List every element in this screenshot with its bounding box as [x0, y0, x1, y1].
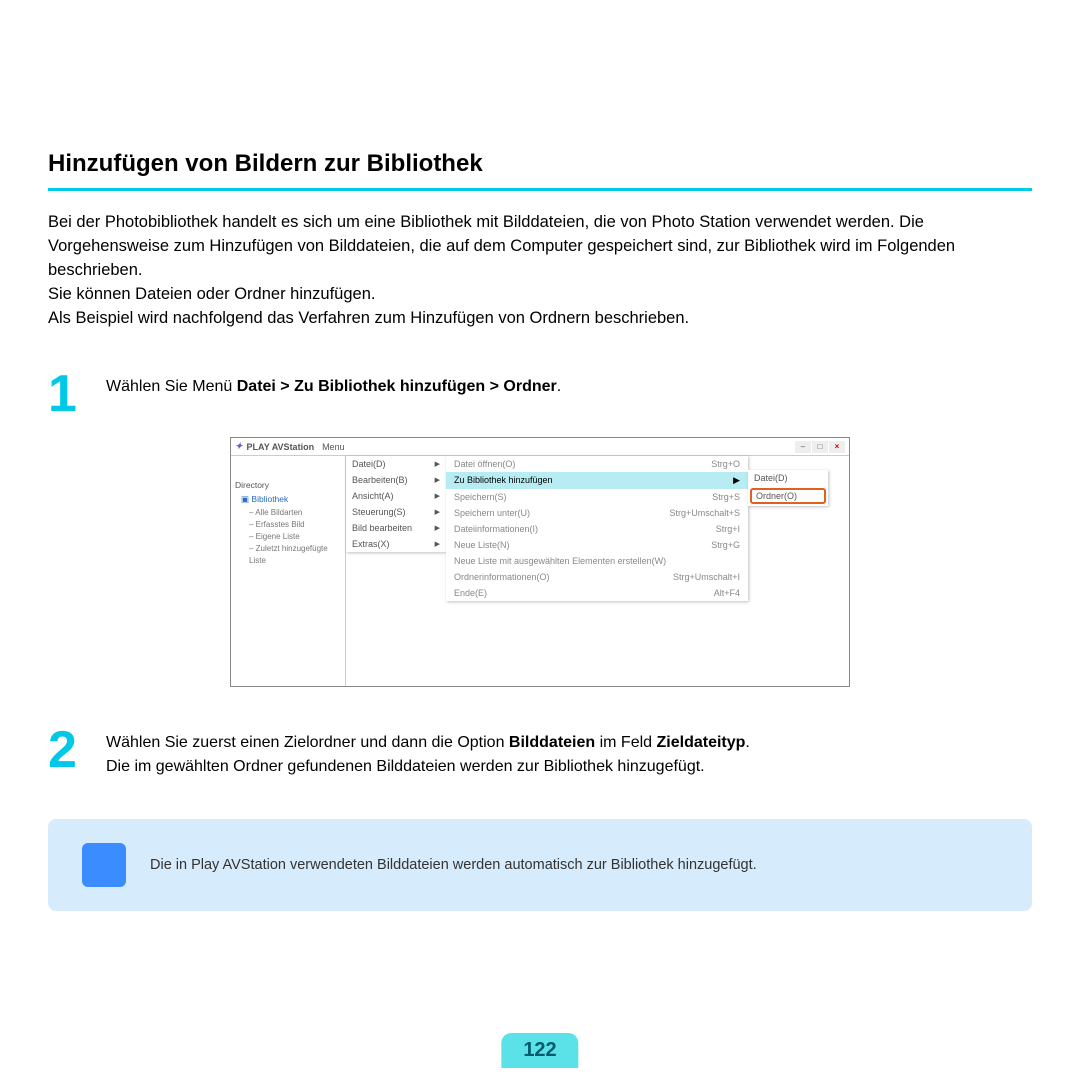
- menu-label: Menu: [322, 442, 345, 452]
- t: Die im gewählten Ordner gefundenen Bildd…: [106, 758, 705, 775]
- step-body: Wählen Sie zuerst einen Zielordner und d…: [106, 727, 1032, 779]
- t: Wählen Sie zuerst einen Zielordner und d…: [106, 734, 509, 751]
- tree-item[interactable]: – Zuletzt hinzugefügte Liste: [241, 543, 341, 567]
- tree-item[interactable]: – Alle Bildarten: [241, 507, 341, 519]
- sidebar: Directory ▣ Bibliothek – Alle Bildarten–…: [231, 456, 346, 686]
- step1-suffix: .: [557, 378, 561, 395]
- menu-item[interactable]: Steuerung(S)▶: [346, 504, 446, 520]
- step-1: 1 Wählen Sie Menü Datei > Zu Bibliothek …: [48, 371, 1032, 418]
- app-logo-icon: ✦: [235, 441, 243, 452]
- step1-prefix: Wählen Sie Menü: [106, 378, 237, 395]
- menu-item[interactable]: Bearbeiten(B)▶: [346, 472, 446, 488]
- submenu2-item[interactable]: Ordner(O): [750, 488, 826, 504]
- menu-item[interactable]: Extras(X)▶: [346, 536, 446, 552]
- note-box: Die in Play AVStation verwendeten Bildda…: [48, 819, 1032, 911]
- close-button[interactable]: ×: [829, 441, 845, 453]
- submenu-item[interactable]: Neue Liste mit ausgewählten Elementen er…: [446, 553, 748, 569]
- menu-item[interactable]: Datei(D)▶: [346, 456, 446, 472]
- step-number: 2: [48, 727, 88, 774]
- step-number: 1: [48, 371, 88, 418]
- file-menu: Datei(D)▶Bearbeiten(B)▶Ansicht(A)▶Steuer…: [346, 456, 446, 552]
- submenu-item[interactable]: Dateiinformationen(I)Strg+I: [446, 521, 748, 537]
- app-screenshot: ✦ PLAY AVStation Menu – □ × Directory ▣ …: [230, 437, 850, 687]
- page-number-badge: 122: [501, 1033, 578, 1068]
- page-number: 122: [523, 1039, 556, 1061]
- submenu-item[interactable]: Ende(E)Alt+F4: [446, 585, 748, 601]
- titlebar: ✦ PLAY AVStation Menu – □ ×: [231, 438, 849, 456]
- app-title: PLAY AVStation: [247, 442, 315, 452]
- t: im Feld: [595, 734, 656, 751]
- t: Zieldateityp: [657, 734, 746, 751]
- menu-item[interactable]: Bild bearbeiten▶: [346, 520, 446, 536]
- intro-paragraph: Bei der Photobibliothek handelt es sich …: [48, 211, 1032, 331]
- step-2: 2 Wählen Sie zuerst einen Zielordner und…: [48, 727, 1032, 779]
- submenu: Datei öffnen(O)Strg+OZu Bibliothek hinzu…: [446, 456, 748, 601]
- submenu-item[interactable]: Datei öffnen(O)Strg+O: [446, 456, 748, 472]
- page-title: Hinzufügen von Bildern zur Bibliothek: [48, 150, 1032, 178]
- tree-root[interactable]: ▣ Bibliothek: [241, 494, 341, 505]
- note-icon: [82, 843, 126, 887]
- submenu-item[interactable]: Ordnerinformationen(O)Strg+Umschalt+I: [446, 569, 748, 585]
- max-button[interactable]: □: [812, 441, 828, 453]
- step-body: Wählen Sie Menü Datei > Zu Bibliothek hi…: [106, 371, 1032, 399]
- menu-item[interactable]: Ansicht(A)▶: [346, 488, 446, 504]
- submenu-item[interactable]: Speichern unter(U)Strg+Umschalt+S: [446, 505, 748, 521]
- main-panel: Datei(D)▶Bearbeiten(B)▶Ansicht(A)▶Steuer…: [346, 456, 849, 686]
- submenu-item[interactable]: Zu Bibliothek hinzufügen▶: [446, 472, 748, 489]
- submenu-item[interactable]: Neue Liste(N)Strg+G: [446, 537, 748, 553]
- submenu2-item[interactable]: Datei(D): [748, 470, 828, 486]
- sidebar-heading: Directory: [235, 480, 341, 490]
- title-rule: [48, 188, 1032, 191]
- tree-item[interactable]: – Eigene Liste: [241, 531, 341, 543]
- min-button[interactable]: –: [795, 441, 811, 453]
- submenu-item[interactable]: Speichern(S)Strg+S: [446, 489, 748, 505]
- t: .: [745, 734, 749, 751]
- t: Bilddateien: [509, 734, 595, 751]
- tree-item[interactable]: – Erfasstes Bild: [241, 519, 341, 531]
- step1-bold: Datei > Zu Bibliothek hinzufügen > Ordne…: [237, 378, 557, 395]
- note-text: Die in Play AVStation verwendeten Bildda…: [150, 857, 757, 873]
- submenu-2: Datei(D) Ordner(O): [748, 470, 828, 506]
